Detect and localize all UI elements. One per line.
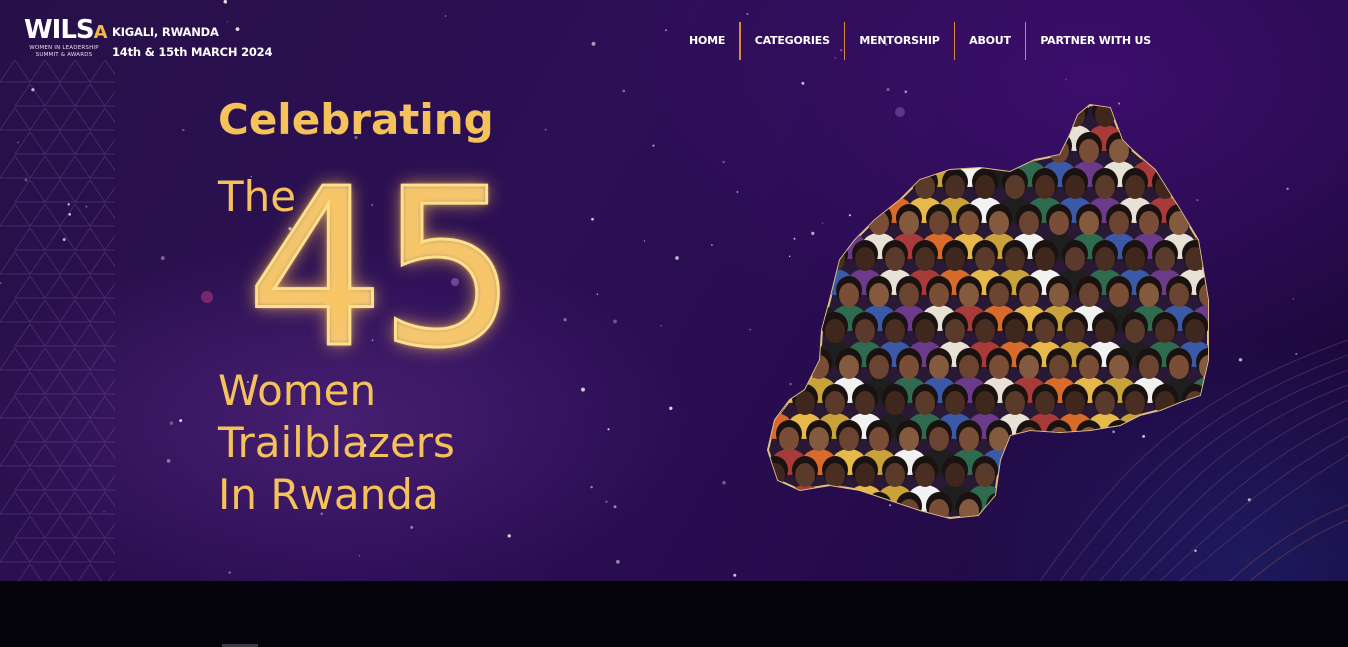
logo-subtitle-line2: SUMMIT & AWARDS [35,52,93,58]
hero-banner: WILSA WOMEN IN LEADERSHIP SUMMIT & AWARD… [0,0,1348,581]
logo-wordmark: WILSA [24,15,108,48]
logo-text: WILS [24,15,95,45]
hero-women: Women [218,366,377,415]
footer-bar [0,581,1348,647]
nav-partner-with-us[interactable]: PARTNER WITH US [1026,22,1165,60]
event-location: KIGALI, RWANDA [112,25,219,39]
women-photo-collage [766,103,1209,520]
nav-categories[interactable]: CATEGORIES [741,22,844,60]
nav-about[interactable]: ABOUT [955,22,1025,60]
logo-subtitle-line1: WOMEN IN LEADERSHIP [29,45,99,51]
logo-subtitle: WOMEN IN LEADERSHIP SUMMIT & AWARDS [26,45,102,59]
hero-in-rwanda: In Rwanda [218,470,439,519]
hero-subheadline: Women Trailblazers In Rwanda [218,365,455,521]
event-info: KIGALI, RWANDA 14th & 15th MARCH 2024 [112,22,272,62]
logo-accent: A [93,22,108,43]
hero-number-neon: 45 [244,143,518,396]
main-nav: HOME CATEGORIES MENTORSHIP ABOUT PARTNER… [675,22,1165,60]
hero-celebrating: Celebrating [218,95,494,144]
nav-mentorship[interactable]: MENTORSHIP [845,22,953,60]
nav-home[interactable]: HOME [675,22,739,60]
wilsa-logo[interactable]: WILSA WOMEN IN LEADERSHIP SUMMIT & AWARD… [22,15,108,61]
event-dates: 14th & 15th MARCH 2024 [112,45,273,59]
hero-trailblazers: Trailblazers [218,418,455,467]
